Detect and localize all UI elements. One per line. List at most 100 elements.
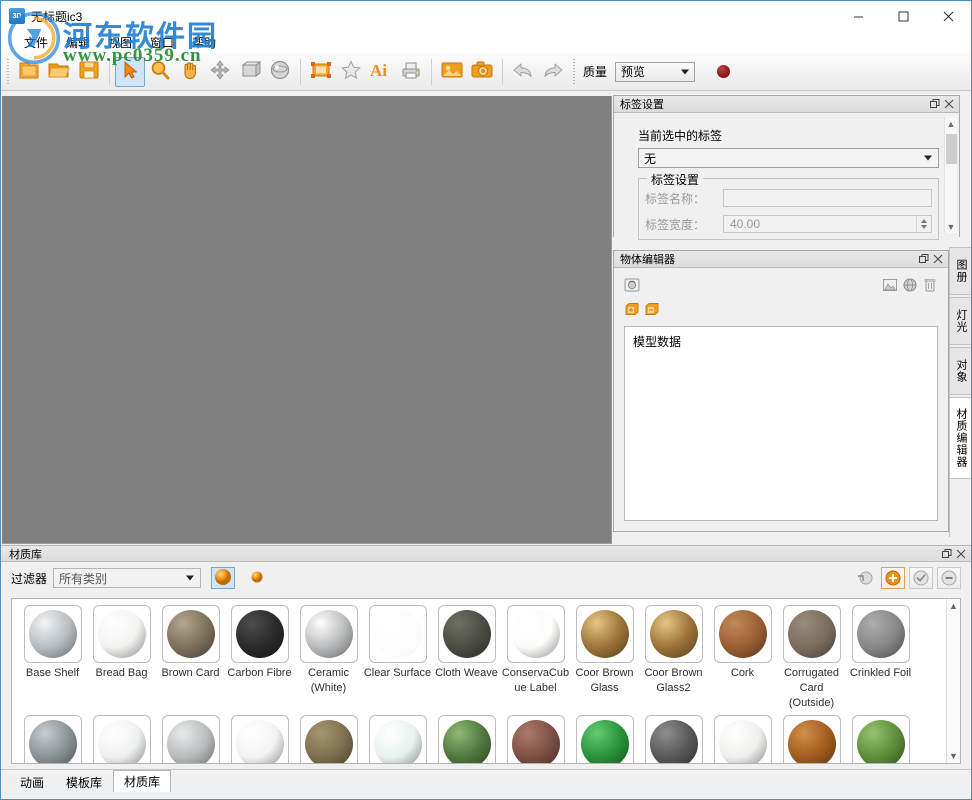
transform-frame-button[interactable] <box>306 57 336 87</box>
side-tab-object[interactable]: 对象 <box>950 347 972 395</box>
label-name-row: 标签名称： <box>645 189 932 207</box>
material-grid: Base ShelfBread BagBrown CardCarbon Fibr… <box>12 599 960 764</box>
delete-button[interactable] <box>920 275 940 295</box>
material-item[interactable]: Coor Brown Glass2 <box>639 605 708 711</box>
close-button[interactable] <box>926 1 971 31</box>
box-tool-button[interactable] <box>235 57 265 87</box>
zoom-tool-button[interactable] <box>145 57 175 87</box>
open-document-button[interactable] <box>44 57 74 87</box>
scroll-up-arrow[interactable]: ▲ <box>947 599 961 613</box>
side-tab-gallery[interactable]: 图册 <box>950 247 972 295</box>
material-item[interactable] <box>432 715 501 764</box>
select-tool-button[interactable] <box>115 57 145 87</box>
minimize-button[interactable] <box>836 1 881 31</box>
scroll-up-arrow[interactable]: ▲ <box>945 117 958 130</box>
menu-window[interactable]: 窗口 <box>141 32 183 53</box>
small-preview-button[interactable] <box>245 567 269 589</box>
material-item[interactable]: Corrugated Card (Outside) <box>777 605 846 711</box>
material-item[interactable]: Cloth Weave <box>432 605 501 711</box>
material-item[interactable] <box>294 715 363 764</box>
material-item[interactable] <box>708 715 777 764</box>
model-tree[interactable]: 模型数据 <box>624 326 938 521</box>
material-item[interactable]: Brown Card <box>156 605 225 711</box>
remove-object-button[interactable] <box>642 299 662 319</box>
toolbar-grip[interactable] <box>5 59 11 85</box>
float-icon[interactable] <box>928 97 942 111</box>
menu-file[interactable]: 文件 <box>15 32 57 53</box>
image-export-button[interactable] <box>437 57 467 87</box>
spinner-arrows-icon[interactable] <box>916 216 930 232</box>
menu-view[interactable]: 视图 <box>99 32 141 53</box>
label-panel-scrollbar[interactable]: ▲ ▼ <box>944 117 957 233</box>
material-item[interactable]: Bread Bag <box>87 605 156 711</box>
scroll-thumb[interactable] <box>946 134 957 164</box>
close-icon[interactable] <box>954 547 968 561</box>
bottom-tab-material-library[interactable]: 材质库 <box>113 770 171 792</box>
scroll-down-arrow[interactable]: ▼ <box>947 749 961 763</box>
material-grid-scrollbar[interactable]: ▲ ▼ <box>946 599 960 763</box>
add-material-button[interactable] <box>881 567 905 589</box>
float-icon[interactable] <box>940 547 954 561</box>
material-item[interactable] <box>156 715 225 764</box>
material-item[interactable]: Coor Brown Glass <box>570 605 639 711</box>
material-item[interactable]: Crinkled Foil <box>846 605 915 711</box>
material-item[interactable] <box>570 715 639 764</box>
material-item[interactable] <box>18 715 87 764</box>
viewport-canvas[interactable] <box>2 96 612 544</box>
menu-help[interactable]: 帮助 <box>183 32 225 53</box>
snapshot-button[interactable] <box>467 57 497 87</box>
material-item[interactable]: Clear Surface <box>363 605 432 711</box>
side-tab-lighting[interactable]: 灯光 <box>950 297 972 345</box>
refresh-preview-button[interactable] <box>622 275 642 295</box>
scroll-track[interactable] <box>945 130 958 220</box>
globe-button[interactable] <box>900 275 920 295</box>
side-tab-material-editor[interactable]: 材质编辑器 <box>950 397 972 479</box>
scroll-down-arrow[interactable]: ▼ <box>945 220 958 233</box>
material-item[interactable] <box>846 715 915 764</box>
close-icon[interactable] <box>942 97 956 111</box>
bottom-tab-template-library[interactable]: 模板库 <box>55 772 113 792</box>
remove-material-button[interactable] <box>937 567 961 589</box>
environment-button[interactable] <box>265 57 295 87</box>
material-item[interactable]: ConservaCubue Label <box>501 605 570 711</box>
apply-material-button[interactable] <box>909 567 933 589</box>
pan-tool-button[interactable] <box>175 57 205 87</box>
material-thumbnail <box>231 605 289 663</box>
material-item[interactable] <box>87 715 156 764</box>
label-width-spinner[interactable]: 40.00 <box>723 215 932 233</box>
material-item[interactable]: Base Shelf <box>18 605 87 711</box>
new-document-button[interactable] <box>14 57 44 87</box>
move-tool-button[interactable] <box>205 57 235 87</box>
large-preview-button[interactable] <box>211 567 235 589</box>
menu-edit[interactable]: 编辑 <box>57 32 99 53</box>
material-item[interactable]: Ceramic (White) <box>294 605 363 711</box>
bottom-tab-animation[interactable]: 动画 <box>9 772 55 792</box>
label-settings-group: 标签设置 标签名称： 标签宽度： 40.00 <box>638 178 939 240</box>
close-icon[interactable] <box>931 252 945 266</box>
add-object-button[interactable] <box>622 299 642 319</box>
material-sphere-icon <box>650 610 698 658</box>
label-name-field[interactable] <box>723 189 932 207</box>
undo-button[interactable] <box>508 57 538 87</box>
favorite-button[interactable] <box>336 57 366 87</box>
filter-select[interactable]: 所有类别 <box>53 568 201 588</box>
redo-button[interactable] <box>538 57 568 87</box>
material-item[interactable] <box>777 715 846 764</box>
image-map-button[interactable] <box>880 275 900 295</box>
material-item[interactable]: Cork <box>708 605 777 711</box>
material-item[interactable] <box>501 715 570 764</box>
float-icon[interactable] <box>917 252 931 266</box>
maximize-button[interactable] <box>881 1 926 31</box>
material-item[interactable]: Carbon Fibre <box>225 605 294 711</box>
refresh-materials-button[interactable] <box>853 567 877 589</box>
material-item[interactable] <box>639 715 708 764</box>
illustrator-import-button[interactable]: Ai <box>366 57 396 87</box>
print-button[interactable] <box>396 57 426 87</box>
material-item[interactable] <box>225 715 294 764</box>
material-item[interactable] <box>363 715 432 764</box>
toolbar-grip-2[interactable] <box>571 59 577 85</box>
quality-select[interactable]: 预览 <box>615 62 695 82</box>
save-document-button[interactable] <box>74 57 104 87</box>
render-button[interactable] <box>717 65 730 78</box>
current-label-select[interactable]: 无 <box>638 148 939 168</box>
